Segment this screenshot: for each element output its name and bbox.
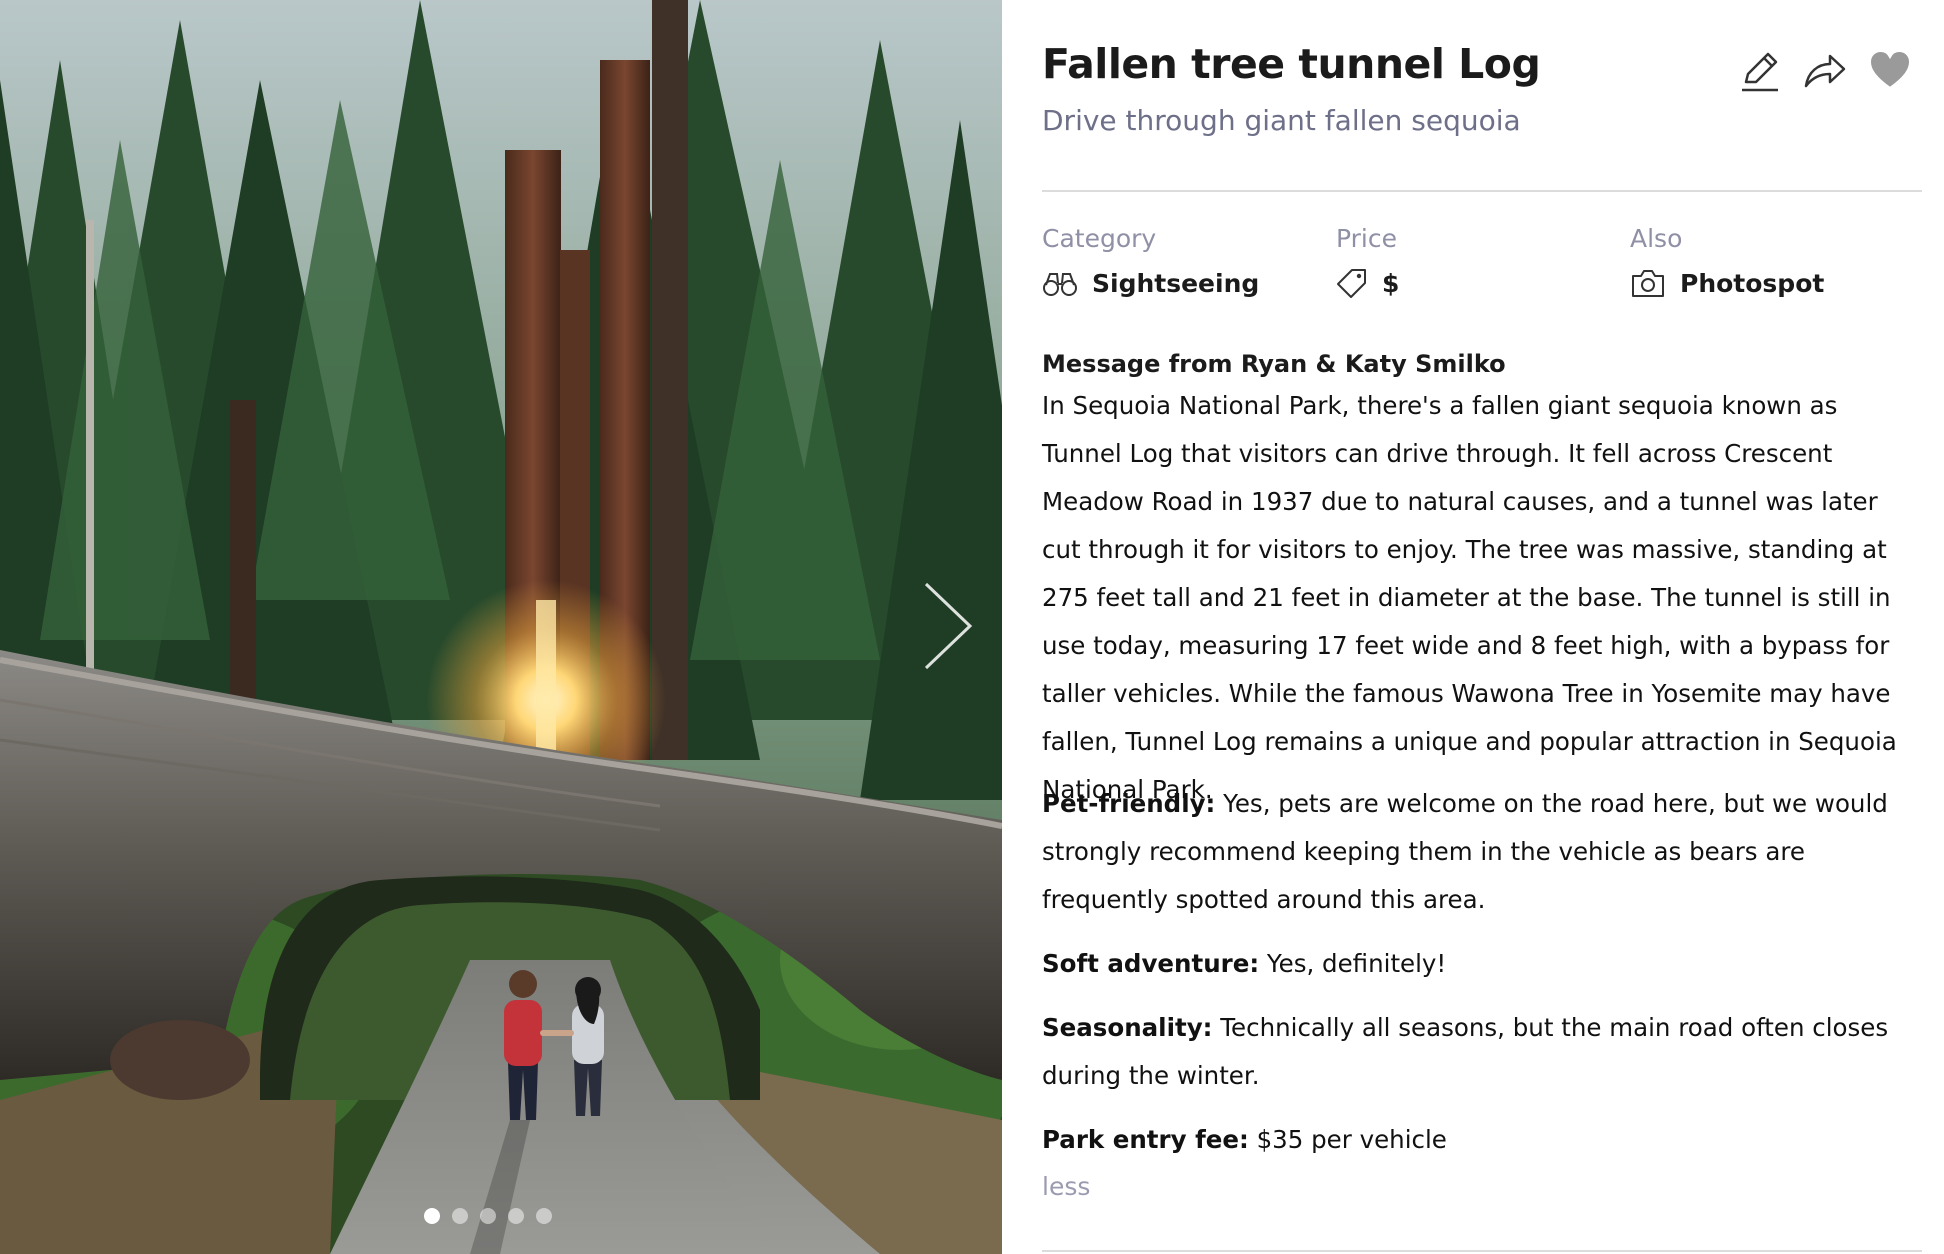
message-heading: Message from Ryan & Katy Smilko	[1042, 350, 1506, 378]
park-fee-row: Park entry fee: $35 per vehicle	[1042, 1116, 1922, 1164]
show-less-link[interactable]: less	[1042, 1172, 1090, 1201]
park-fee-text: $35 per vehicle	[1248, 1125, 1447, 1154]
binoculars-icon	[1043, 273, 1077, 296]
pet-friendly-label: Pet-friendly:	[1042, 789, 1216, 818]
detail-panel: Fallen tree tunnel Log Drive through gia…	[1042, 0, 1922, 1254]
share-arrow-icon[interactable]	[1800, 46, 1848, 94]
carousel-dot[interactable]	[508, 1208, 524, 1224]
forest-tunnel-log-photo	[0, 0, 1002, 1254]
chevron-right-icon[interactable]	[918, 578, 978, 674]
soft-adventure-text: Yes, definitely!	[1259, 949, 1447, 978]
camera-icon	[1632, 270, 1664, 297]
message-body: In Sequoia National Park, there's a fall…	[1042, 391, 1897, 804]
carousel-dots	[424, 1208, 552, 1224]
place-subtitle: Drive through giant fallen sequoia	[1042, 104, 1521, 137]
place-title: Fallen tree tunnel Log	[1042, 40, 1541, 88]
bottom-divider	[1042, 1250, 1922, 1252]
category-label: Category	[1042, 224, 1157, 253]
soft-adventure-row: Soft adventure: Yes, definitely!	[1042, 940, 1922, 988]
pet-friendly-row: Pet-friendly: Yes, pets are welcome on t…	[1042, 780, 1922, 924]
soft-adventure-label: Soft adventure:	[1042, 949, 1260, 978]
category-block: Category Sightseeing	[1042, 224, 1259, 299]
price-value: $	[1382, 268, 1400, 298]
price-block: Price $	[1336, 224, 1399, 299]
carousel-dot[interactable]	[424, 1208, 440, 1224]
also-block: Also Photospot	[1630, 224, 1824, 299]
also-label: Also	[1630, 224, 1683, 253]
park-fee-label: Park entry fee:	[1042, 1125, 1249, 1154]
pencil-icon[interactable]	[1736, 46, 1784, 94]
seasonality-label: Seasonality:	[1042, 1013, 1213, 1042]
action-bar	[1736, 46, 1922, 94]
photo-gallery[interactable]	[0, 0, 1002, 1254]
heart-icon[interactable]	[1866, 46, 1914, 94]
seasonality-row: Seasonality: Technically all seasons, bu…	[1042, 1004, 1922, 1100]
place-detail-card: Fallen tree tunnel Log Drive through gia…	[0, 0, 1944, 1254]
carousel-dot[interactable]	[536, 1208, 552, 1224]
carousel-dot[interactable]	[480, 1208, 496, 1224]
carousel-dot[interactable]	[452, 1208, 468, 1224]
header-divider	[1042, 190, 1922, 192]
price-label: Price	[1336, 224, 1397, 253]
category-value: Sightseeing	[1092, 268, 1260, 298]
also-value: Photospot	[1680, 268, 1825, 298]
tag-icon	[1337, 269, 1366, 298]
